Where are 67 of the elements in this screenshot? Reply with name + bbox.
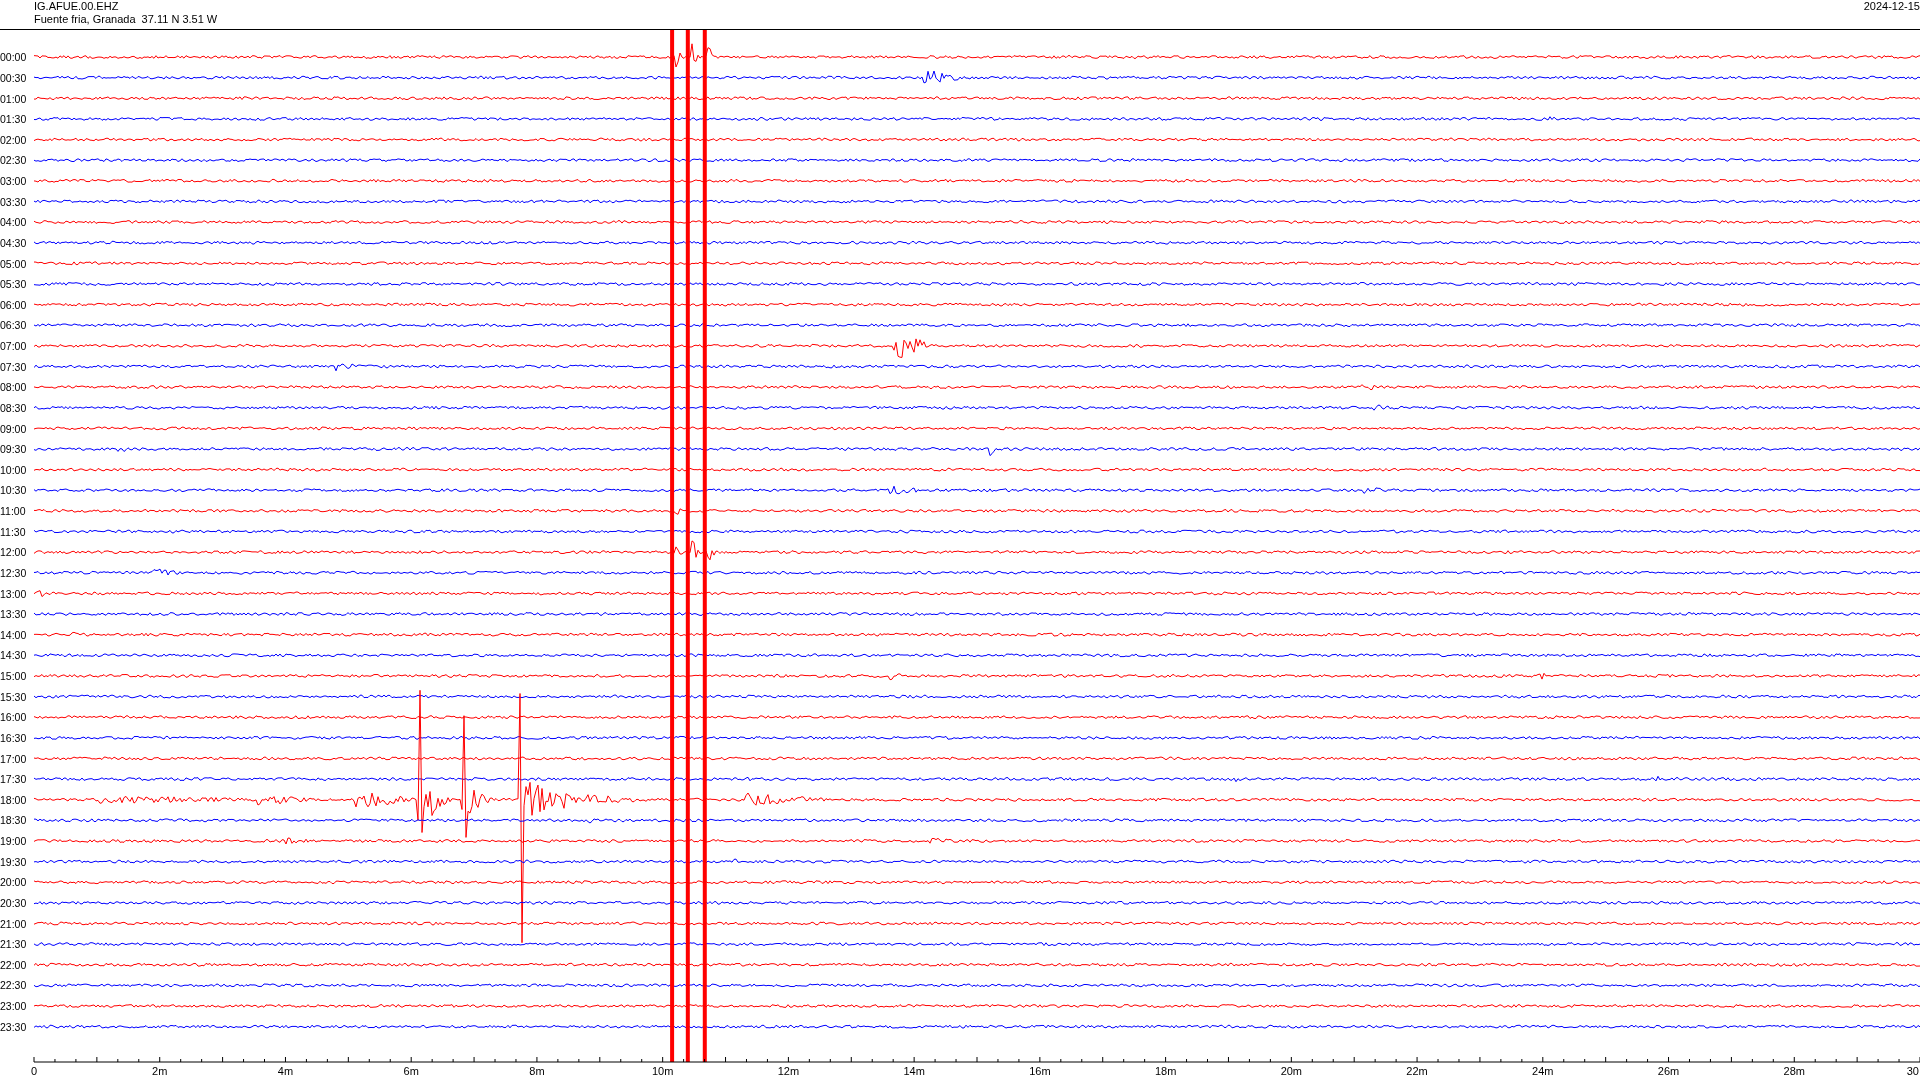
axis-label: 20m — [1280, 1065, 1303, 1077]
time-label: 21:30 — [0, 938, 27, 951]
time-label: 06:00 — [0, 298, 27, 311]
axis-label: 0 — [31, 1065, 38, 1077]
time-label: 09:30 — [0, 443, 27, 456]
time-label: 03:00 — [0, 175, 27, 188]
axis-label: 18m — [1154, 1065, 1177, 1077]
time-label: 12:30 — [0, 566, 27, 579]
time-label: 02:00 — [0, 133, 27, 146]
time-label: 14:30 — [0, 649, 27, 662]
time-label: 11:30 — [0, 525, 26, 538]
station-location: Fuente fria, Granada 37.11 N 3.51 W — [34, 13, 218, 26]
time-label: 00:30 — [0, 71, 27, 84]
time-label: 15:00 — [0, 670, 27, 683]
time-label: 07:30 — [0, 360, 27, 373]
time-label: 18:30 — [0, 814, 27, 827]
time-label: 13:30 — [0, 608, 27, 621]
time-label: 22:00 — [0, 958, 27, 971]
time-label: 07:00 — [0, 340, 27, 353]
time-label: 09:00 — [0, 422, 27, 435]
axis-label: 6m — [403, 1065, 419, 1077]
time-label: 18:00 — [0, 793, 27, 806]
time-label: 08:30 — [0, 401, 27, 414]
time-label: 06:30 — [0, 319, 27, 332]
time-label: 05:30 — [0, 278, 27, 291]
time-label: 16:00 — [0, 711, 27, 724]
axis-label: 14m — [903, 1065, 925, 1077]
time-label: 02:30 — [0, 154, 27, 167]
time-label: 19:30 — [0, 855, 27, 868]
time-label: 12:00 — [0, 546, 27, 559]
axis-label: 12m — [777, 1065, 800, 1077]
time-label: 23:30 — [0, 1020, 27, 1033]
axis-label: 28m — [1783, 1065, 1805, 1077]
time-label: 11:00 — [0, 505, 26, 518]
station-code: IG.AFUE.00.EHZ — [34, 0, 120, 13]
time-label: 14:00 — [0, 628, 27, 641]
time-label: 08:00 — [0, 381, 27, 394]
time-label: 20:30 — [0, 896, 27, 909]
time-label: 05:00 — [0, 257, 27, 270]
time-label: 15:30 — [0, 690, 27, 703]
axis-label: 8m — [529, 1065, 545, 1077]
time-label: 23:00 — [0, 1000, 27, 1013]
axis-label: 4m — [277, 1065, 294, 1077]
time-label: 10:00 — [0, 463, 27, 476]
time-label: 03:30 — [0, 195, 27, 208]
time-label: 13:00 — [0, 587, 27, 600]
axis-label: 2m — [152, 1065, 168, 1077]
axis-label: 10m — [651, 1065, 674, 1077]
record-date: 2024-12-15 — [1863, 0, 1920, 13]
axis-label: 30 — [1906, 1065, 1919, 1077]
time-label: 22:30 — [0, 979, 27, 992]
axis-label: 16m — [1029, 1065, 1051, 1077]
time-label: 01:30 — [0, 113, 27, 126]
time-label: 00:00 — [0, 51, 27, 64]
time-label: 16:30 — [0, 731, 27, 744]
time-label: 04:00 — [0, 216, 27, 229]
axis-label: 22m — [1406, 1065, 1428, 1077]
axis-label: 26m — [1657, 1065, 1680, 1077]
time-label: 01:00 — [0, 92, 27, 105]
axis-label: 24m — [1532, 1065, 1554, 1077]
time-label: 04:30 — [0, 236, 27, 249]
time-label: 17:00 — [0, 752, 27, 765]
time-label: 10:30 — [0, 484, 27, 497]
time-label: 21:00 — [0, 917, 27, 930]
time-label: 19:00 — [0, 835, 27, 848]
time-label: 17:30 — [0, 773, 27, 786]
time-label: 20:00 — [0, 876, 27, 889]
